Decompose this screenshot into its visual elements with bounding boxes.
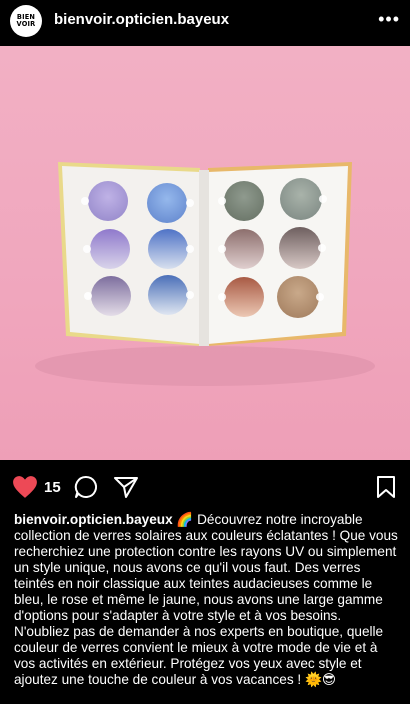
heart-filled-icon[interactable] — [10, 474, 40, 500]
post-username[interactable]: bienvoir.opticien.bayeux — [54, 11, 229, 28]
post-caption: bienvoir.opticien.bayeux 🌈 Découvrez not… — [14, 512, 398, 688]
avatar-logo-line2: VOIR — [16, 20, 36, 28]
share-icon[interactable] — [112, 474, 140, 500]
bookmark-icon[interactable] — [372, 474, 400, 500]
avatar[interactable]: BIEN VOIR — [10, 5, 42, 37]
post-photo[interactable] — [0, 46, 410, 460]
like-count[interactable]: 15 — [44, 479, 61, 496]
comment-icon[interactable] — [72, 474, 100, 500]
post-actions: 15 — [0, 470, 410, 504]
caption-text: 🌈 Découvrez notre incroyable collection … — [14, 512, 398, 687]
caption-username[interactable]: bienvoir.opticien.bayeux — [14, 512, 173, 527]
post-header: BIEN VOIR bienvoir.opticien.bayeux ••• — [0, 0, 410, 44]
more-options-icon[interactable]: ••• — [378, 9, 400, 30]
